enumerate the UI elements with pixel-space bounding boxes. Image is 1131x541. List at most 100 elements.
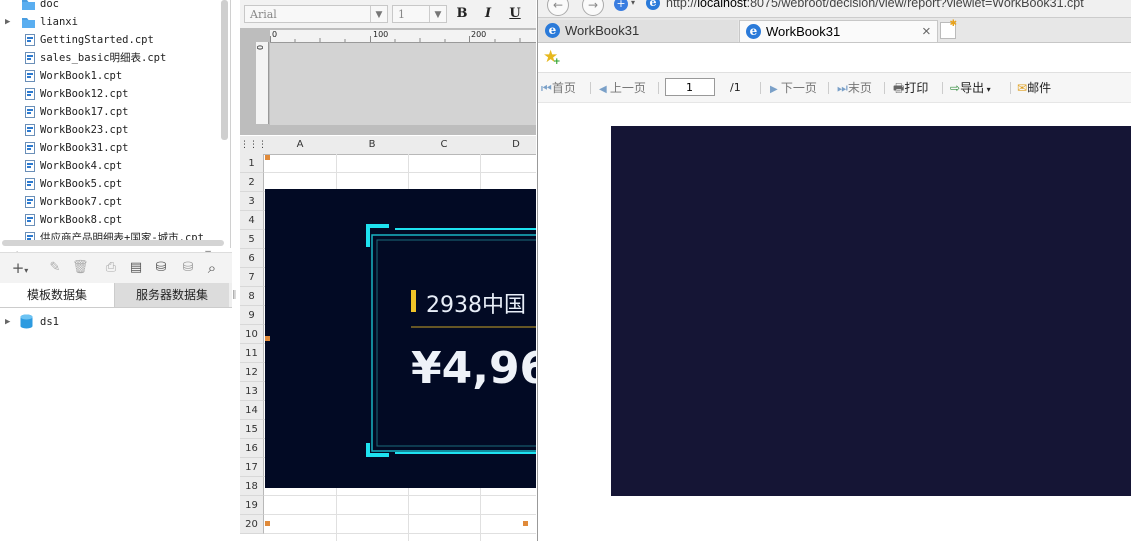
- add-favorite-icon: +: [553, 57, 561, 67]
- column-header[interactable]: B: [336, 136, 409, 155]
- tree-horizontal-scrollbar[interactable]: [2, 240, 224, 246]
- preview-icon[interactable]: ⎙: [103, 260, 119, 276]
- column-header[interactable]: C: [408, 136, 481, 155]
- row-header[interactable]: 11: [240, 344, 264, 363]
- tree-file[interactable]: WorkBook4.cpt: [0, 157, 218, 175]
- panel-splitter[interactable]: ‖: [232, 290, 237, 300]
- cell-marker: [523, 521, 528, 526]
- grid-line: [264, 495, 536, 496]
- last-page-button[interactable]: ⏭末页: [837, 80, 872, 96]
- tree-file[interactable]: WorkBook23.cpt: [0, 121, 218, 139]
- tab-server-dataset[interactable]: 服务器数据集: [115, 283, 229, 307]
- italic-button[interactable]: I: [479, 6, 497, 22]
- expand-arrow-icon[interactable]: ▶: [5, 13, 13, 31]
- tree-item-label: WorkBook17.cpt: [40, 106, 129, 118]
- email-button[interactable]: ✉邮件: [1017, 80, 1051, 96]
- row-header[interactable]: 16: [240, 439, 264, 458]
- last-page-icon: ⏭: [837, 81, 848, 95]
- tree-file[interactable]: WorkBook7.cpt: [0, 193, 218, 211]
- forward-button[interactable]: →: [582, 0, 604, 16]
- bold-button[interactable]: B: [453, 6, 471, 22]
- tab-workbook31-2[interactable]: e WorkBook31 ×: [739, 20, 938, 42]
- dashboard-title: 2938中国: [426, 293, 526, 318]
- tree-folder[interactable]: ▶ lianxi: [0, 13, 218, 31]
- cpt-file-icon: [25, 214, 35, 226]
- column-header[interactable]: D: [480, 136, 536, 155]
- row-header[interactable]: 5: [240, 230, 264, 249]
- edit-icon[interactable]: ✎: [47, 260, 63, 276]
- chevron-down-icon[interactable]: ▼: [370, 6, 387, 22]
- row-header[interactable]: 7: [240, 268, 264, 287]
- chevron-down-icon[interactable]: ▼: [429, 6, 446, 22]
- row-header[interactable]: 12: [240, 363, 264, 382]
- add-icon[interactable]: +▾: [7, 260, 33, 276]
- database-gray-icon[interactable]: ⛁: [180, 260, 196, 276]
- tree-item-label: WorkBook12.cpt: [40, 88, 129, 100]
- tree-file[interactable]: WorkBook17.cpt: [0, 103, 218, 121]
- folder-icon: [22, 0, 35, 10]
- first-page-button[interactable]: ⏮首页: [541, 80, 576, 96]
- dataset-toolbar: +▾ ✎ 🗑 ⎙ ▤ ⛁ ⛁ ⌕: [0, 252, 232, 283]
- row-header[interactable]: 13: [240, 382, 264, 401]
- tree-folder[interactable]: doc: [0, 0, 218, 13]
- expand-arrow-icon[interactable]: ▶: [5, 313, 13, 331]
- search-icon[interactable]: ⌕: [204, 260, 220, 276]
- row-header[interactable]: 3: [240, 192, 264, 211]
- back-button[interactable]: ←: [547, 0, 569, 16]
- dashboard-image[interactable]: 2938中国 ¥4,960: [265, 189, 536, 488]
- database-icon[interactable]: ⛁: [153, 260, 169, 276]
- row-header[interactable]: 6: [240, 249, 264, 268]
- font-family-value: Arial: [250, 8, 277, 21]
- row-header[interactable]: 1: [240, 154, 264, 173]
- row-header[interactable]: 19: [240, 496, 264, 515]
- tab-label: WorkBook31: [766, 24, 841, 39]
- new-tab-button[interactable]: ✱: [940, 19, 957, 39]
- row-header[interactable]: 10: [240, 325, 264, 344]
- compat-icon[interactable]: +: [614, 0, 628, 11]
- underline-button[interactable]: U: [506, 6, 524, 22]
- close-tab-icon[interactable]: ×: [922, 21, 931, 43]
- row-header[interactable]: 17: [240, 458, 264, 477]
- sql-icon[interactable]: ▤: [128, 260, 144, 276]
- tree-file[interactable]: WorkBook8.cpt: [0, 211, 218, 229]
- row-header[interactable]: 8: [240, 287, 264, 306]
- row-header[interactable]: 15: [240, 420, 264, 439]
- next-page-button[interactable]: ▶ 下一页: [770, 80, 817, 96]
- row-header[interactable]: 14: [240, 401, 264, 420]
- prev-page-button[interactable]: ◀ 上一页: [599, 80, 646, 96]
- delete-icon[interactable]: 🗑: [72, 260, 89, 276]
- export-button[interactable]: ⇨导出 ▾: [950, 80, 991, 96]
- tree-item-label: WorkBook4.cpt: [40, 160, 123, 172]
- url-rest: :8075/webroot/decision/view/report?viewl…: [746, 0, 1084, 10]
- page-number-input[interactable]: 1: [665, 78, 715, 96]
- print-button[interactable]: 🖶打印: [893, 80, 928, 96]
- column-header[interactable]: A: [264, 136, 337, 155]
- select-all-corner[interactable]: ⋮⋮⋮: [240, 136, 267, 155]
- horizontal-ruler: 0 100 200: [270, 30, 536, 43]
- tree-file[interactable]: WorkBook12.cpt: [0, 85, 218, 103]
- list-item[interactable]: ▶ ds1: [0, 313, 200, 331]
- tree-item-label: lianxi: [40, 16, 78, 28]
- row-header[interactable]: 18: [240, 477, 264, 496]
- tab-workbook31-1[interactable]: e WorkBook31: [539, 20, 738, 42]
- chevron-down-icon[interactable]: ▾: [631, 0, 635, 7]
- tree-scrollbar[interactable]: [221, 0, 228, 140]
- tree-file[interactable]: sales_basic明细表.cpt: [0, 49, 218, 67]
- tree-file[interactable]: GettingStarted.cpt: [0, 31, 218, 49]
- tab-template-dataset[interactable]: 模板数据集: [0, 283, 115, 307]
- tree-file[interactable]: WorkBook1.cpt: [0, 67, 218, 85]
- tree-item-label: GettingStarted.cpt: [40, 34, 154, 46]
- file-tree[interactable]: doc ▶ lianxi GettingStarted.cpt sales_basic明…: [0, 0, 231, 248]
- tree-file[interactable]: WorkBook5.cpt: [0, 175, 218, 193]
- row-header[interactable]: 9: [240, 306, 264, 325]
- grid-line: [264, 172, 536, 173]
- font-size-select[interactable]: 1 ▼: [392, 5, 447, 23]
- row-header[interactable]: 2: [240, 173, 264, 192]
- url-field[interactable]: http://localhost:8075/webroot/decision/v…: [666, 0, 1084, 10]
- last-page-label: 末页: [847, 81, 872, 95]
- font-family-select[interactable]: Arial ▼: [244, 5, 388, 23]
- row-header[interactable]: 20: [240, 515, 264, 534]
- tab-strip: e WorkBook31 e WorkBook31 × ✱: [538, 18, 1131, 43]
- row-header[interactable]: 4: [240, 211, 264, 230]
- tree-file[interactable]: WorkBook31.cpt: [0, 139, 218, 157]
